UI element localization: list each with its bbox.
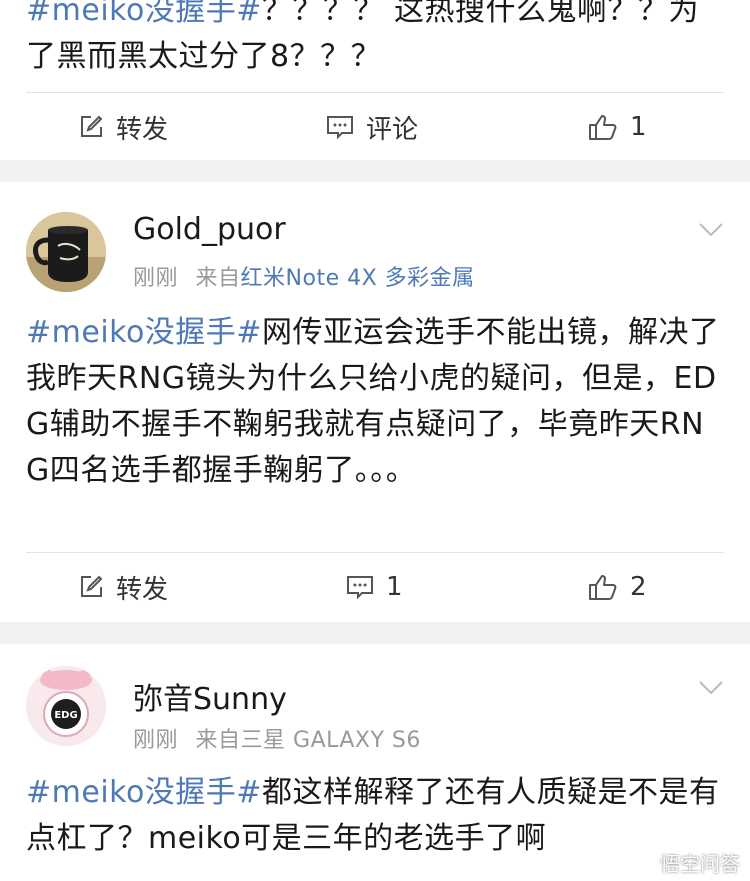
like-button[interactable]: 1 [588, 92, 647, 162]
user-name[interactable]: 弥音Sunny [133, 674, 287, 718]
post-meta: 刚刚 来自红米Note 4X 多彩金属 [133, 260, 475, 292]
post-card-2: EDG 弥音Sunny 刚刚 来自三星 GALAXY S6 #meiko没握手#… [0, 644, 750, 881]
watermark: 悟空问答 [632, 848, 740, 877]
hashtag-link[interactable]: #meiko没握手# [26, 315, 262, 350]
separator [0, 622, 750, 644]
edit-icon [78, 574, 104, 600]
avatar[interactable] [26, 212, 106, 292]
action-bar: 转发 1 2 [0, 552, 750, 622]
post-text: #meiko没握手#？？？？ 这热搜什么鬼啊？？为了黑而黑太过分了8？？？ [26, 0, 726, 80]
thumbs-up-icon [588, 113, 618, 141]
source-prefix: 来自 [195, 728, 241, 753]
post-source[interactable]: 红米Note 4X 多彩金属 [241, 266, 475, 291]
post-text: #meiko没握手#网传亚运会选手不能出镜，解决了我昨天RNG镜头为什么只给小虎… [26, 310, 720, 494]
comment-icon [346, 574, 374, 600]
post-meta: 刚刚 来自三星 GALAXY S6 [133, 722, 421, 754]
hashtag-link[interactable]: #meiko没握手# [26, 775, 262, 810]
repost-button[interactable]: 转发 [78, 92, 168, 162]
post-source[interactable]: 三星 GALAXY S6 [241, 728, 421, 753]
thumbs-up-icon [588, 573, 618, 601]
avatar[interactable]: EDG [26, 666, 106, 746]
comment-button[interactable]: 1 [346, 552, 403, 622]
avatar-logo: EDG [54, 710, 77, 721]
like-count: 1 [630, 112, 647, 142]
separator [0, 160, 750, 182]
post-time: 刚刚 [133, 266, 179, 291]
edit-icon [78, 114, 104, 140]
post-card-1: Gold_puor 刚刚 来自红米Note 4X 多彩金属 #meiko没握手#… [0, 182, 750, 622]
post-card-0: #meiko没握手#？？？？ 这热搜什么鬼啊？？为了黑而黑太过分了8？？？ 转发… [0, 0, 750, 160]
comment-count: 1 [386, 572, 403, 602]
post-time: 刚刚 [133, 728, 179, 753]
watermark-text: 悟空问答 [660, 852, 740, 876]
user-name[interactable]: Gold_puor [133, 212, 286, 247]
comment-label: 评论 [366, 114, 419, 145]
post-text: #meiko没握手#都这样解释了还有人质疑是不是有点杠了？meiko可是三年的老… [26, 770, 720, 862]
repost-label: 转发 [116, 114, 169, 145]
like-button[interactable]: 2 [588, 552, 647, 622]
like-count: 2 [630, 572, 647, 602]
repost-button[interactable]: 转发 [78, 552, 168, 622]
source-prefix: 来自 [195, 266, 241, 291]
hashtag-link[interactable]: #meiko没握手# [26, 0, 262, 28]
comment-button[interactable]: 评论 [326, 92, 418, 162]
repost-label: 转发 [116, 574, 169, 605]
action-bar: 转发 评论 1 [0, 92, 750, 162]
wukong-logo-icon [632, 849, 654, 876]
comment-icon [326, 114, 354, 140]
